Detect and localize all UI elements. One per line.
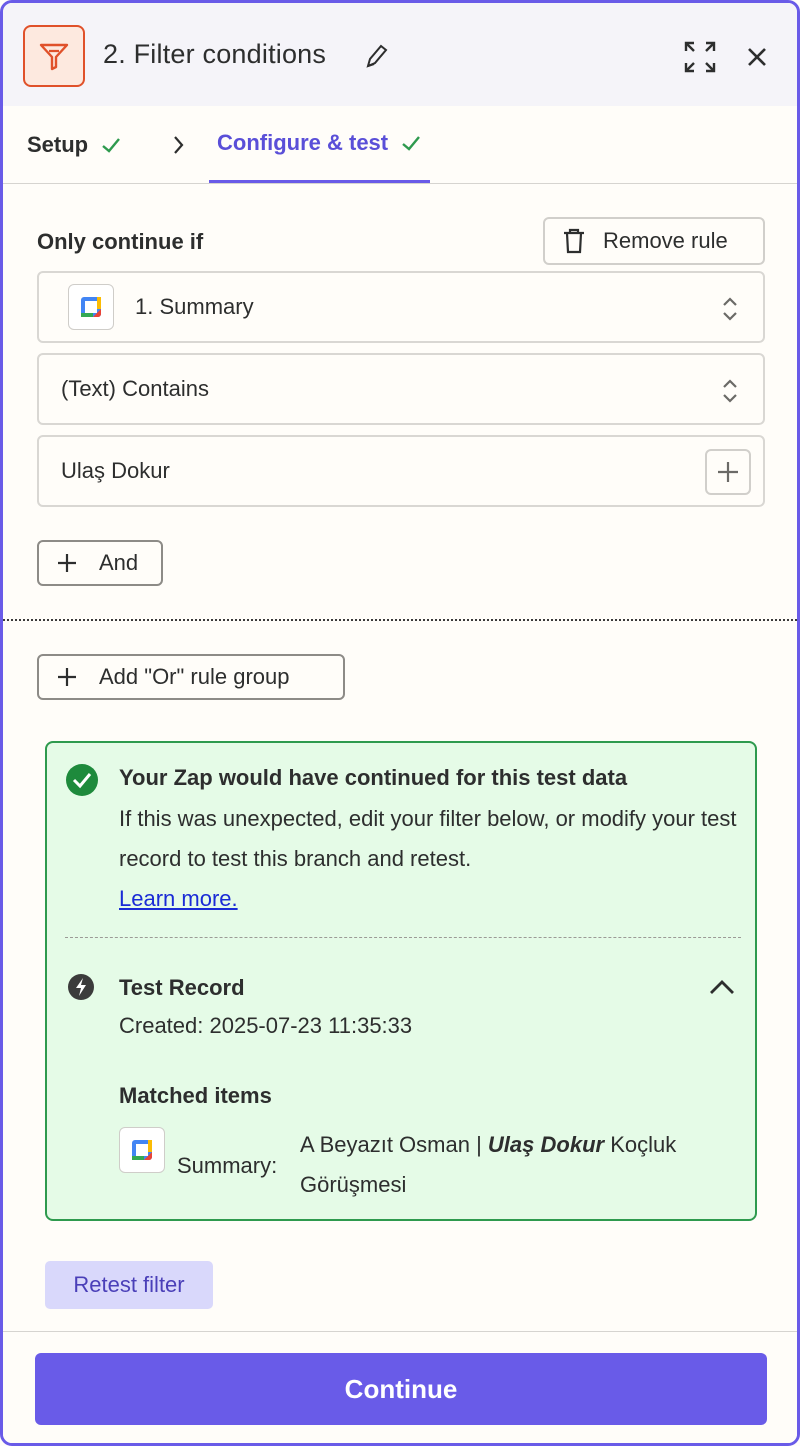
matched-value-prefix: A Beyazıt Osman | [300, 1132, 482, 1157]
and-button[interactable]: And [37, 540, 163, 586]
tab-setup-label: Setup [27, 132, 89, 157]
check-icon [402, 136, 421, 151]
close-icon[interactable] [743, 43, 771, 71]
matched-item-key: Summary: [177, 1153, 278, 1178]
and-button-label: And [99, 550, 139, 575]
condition-select-value: (Text) Contains [61, 376, 209, 401]
add-or-rule-group-button[interactable]: Add "Or" rule group [37, 654, 345, 700]
tab-configure-test-label: Configure & test [217, 130, 389, 155]
field-select-value: 1. Summary [135, 294, 254, 319]
plus-icon [58, 554, 76, 572]
value-input-text: Ulaş Dokur [61, 458, 170, 483]
filter-icon [23, 25, 85, 87]
field-select[interactable]: 1. Summary [37, 271, 765, 343]
chevron-up-icon[interactable] [707, 975, 737, 999]
insert-data-button[interactable] [705, 449, 751, 495]
check-circle-icon [66, 764, 98, 796]
value-input[interactable]: Ulaş Dokur [37, 435, 765, 507]
condition-select[interactable]: (Text) Contains [37, 353, 765, 425]
filter-step-panel: 2. Filter conditions Setup Configure & t… [0, 0, 800, 1446]
rule-group-divider [3, 619, 797, 621]
result-divider [65, 937, 741, 938]
chevron-right-icon [167, 134, 189, 156]
trash-icon [564, 228, 584, 254]
step-tabs: Setup Configure & test [3, 106, 797, 184]
google-calendar-icon [119, 1127, 165, 1173]
plus-icon [718, 462, 738, 482]
panel-header: 2. Filter conditions [3, 3, 797, 106]
test-record-title: Test Record [119, 975, 245, 1000]
rule-label: Only continue if [37, 229, 204, 254]
chevron-up-down-icon [723, 379, 737, 403]
learn-more-link[interactable]: Learn more. [119, 886, 238, 911]
expand-icon[interactable] [682, 39, 718, 75]
google-calendar-icon [68, 284, 114, 330]
retest-filter-button[interactable]: Retest filter [45, 1261, 213, 1309]
test-record-created: Created: 2025-07-23 11:35:33 [119, 1013, 413, 1038]
add-or-rule-group-label: Add "Or" rule group [99, 664, 290, 689]
lightning-bolt-icon [68, 974, 94, 1000]
remove-rule-label: Remove rule [603, 228, 728, 253]
matched-value-highlight: Ulaş Dokur [487, 1132, 605, 1157]
matched-items-title: Matched items [119, 1083, 272, 1108]
continue-button[interactable]: Continue [35, 1353, 767, 1425]
plus-icon [58, 668, 76, 686]
tab-setup[interactable]: Setup [27, 132, 122, 158]
result-description: If this was unexpected, edit your filter… [119, 799, 749, 919]
pencil-icon[interactable] [363, 41, 389, 71]
step-title: 2. Filter conditions [103, 39, 327, 69]
check-icon [102, 138, 121, 153]
matched-item-value: A Beyazıt Osman | Ulaş Dokur Koçluk Görü… [300, 1125, 740, 1205]
test-result-card: Your Zap would have continued for this t… [45, 741, 757, 1221]
panel-footer: Continue [3, 1331, 797, 1443]
chevron-up-down-icon [723, 297, 737, 321]
result-title: Your Zap would have continued for this t… [119, 765, 628, 790]
remove-rule-button[interactable]: Remove rule [543, 217, 765, 265]
tab-configure-test[interactable]: Configure & test [209, 106, 431, 183]
result-body-text: If this was unexpected, edit your filter… [119, 806, 737, 871]
